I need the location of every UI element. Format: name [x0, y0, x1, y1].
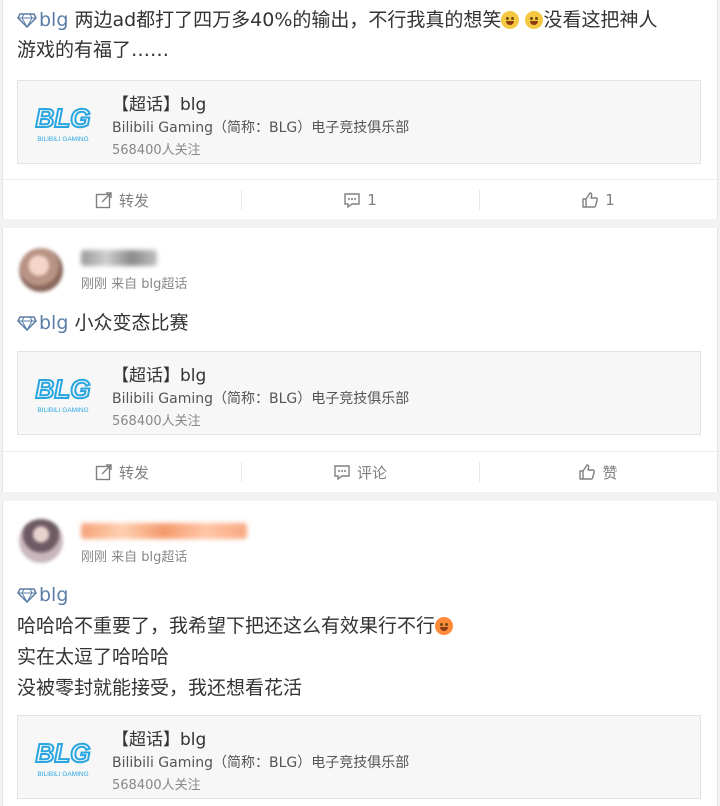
post-meta: 刚刚 来自 blg超话	[81, 277, 188, 292]
action-bar: 转发 1 1	[3, 179, 717, 220]
thumbs-up-icon	[581, 191, 599, 209]
thumbs-up-icon	[578, 463, 596, 481]
avatar[interactable]	[19, 248, 63, 292]
card-description: Bilibili Gaming（简称：BLG）电子竞技俱乐部	[112, 120, 410, 136]
repost-button[interactable]: 转发	[3, 452, 241, 492]
card-title: 【超话】blg	[112, 730, 207, 750]
topic-card[interactable]: 【超话】blg Bilibili Gaming（简称：BLG）电子竞技俱乐部 5…	[17, 80, 701, 164]
username-blurred[interactable]	[81, 250, 157, 266]
blg-logo	[28, 97, 98, 147]
comment-button[interactable]: 1	[241, 180, 479, 220]
weibo-post-1: blg 两边ad都打了四万多40%的输出，不行我真的想笑 没看这把神人 游戏的有…	[2, 0, 718, 219]
card-description: Bilibili Gaming（简称：BLG）电子竞技俱乐部	[112, 755, 410, 771]
topic-link-blg[interactable]: blg	[17, 9, 68, 31]
action-bar: 转发 评论 赞	[3, 451, 717, 492]
post-text: blg 哈哈哈不重要了，我希望下把还这么有效果行不行 实在太逗了哈哈哈 没被零封…	[17, 580, 703, 704]
card-title: 【超话】blg	[112, 95, 207, 115]
hot-face-emoji	[435, 617, 454, 635]
card-followers: 568400人关注	[112, 778, 201, 793]
repost-icon	[95, 191, 113, 209]
avatar[interactable]	[19, 519, 63, 563]
comment-icon	[333, 463, 351, 481]
card-description: Bilibili Gaming（简称：BLG）电子竞技俱乐部	[112, 391, 410, 407]
blg-logo	[28, 732, 98, 782]
post-text: blg 两边ad都打了四万多40%的输出，不行我真的想笑 没看这把神人 游戏的有…	[17, 9, 658, 61]
weibo-post-3: 刚刚 来自 blg超话 blg 哈哈哈不重要了，我希望下把还这么有效果行不行 实…	[2, 501, 718, 806]
laugh-cry-emoji	[525, 11, 544, 29]
topic-card[interactable]: 【超话】blg Bilibili Gaming（简称：BLG）电子竞技俱乐部 5…	[17, 715, 701, 799]
blg-logo	[28, 368, 98, 418]
like-button[interactable]: 赞	[479, 452, 717, 492]
card-title: 【超话】blg	[112, 366, 207, 386]
card-followers: 568400人关注	[112, 143, 201, 158]
post-meta: 刚刚 来自 blg超话	[81, 550, 188, 565]
diamond-icon	[17, 315, 37, 331]
comment-button[interactable]: 评论	[241, 452, 479, 492]
laugh-cry-emoji	[501, 11, 520, 29]
card-followers: 568400人关注	[112, 414, 201, 429]
topic-card[interactable]: 【超话】blg Bilibili Gaming（简称：BLG）电子竞技俱乐部 5…	[17, 351, 701, 435]
topic-link-blg[interactable]: blg	[17, 584, 68, 606]
like-button[interactable]: 1	[479, 180, 717, 220]
weibo-post-2: 刚刚 来自 blg超话 blg 小众变态比赛 【超话】blg Bilibili …	[2, 228, 718, 492]
diamond-icon	[17, 12, 37, 28]
repost-button[interactable]: 转发	[3, 180, 241, 220]
username-blurred[interactable]	[81, 523, 247, 539]
diamond-icon	[17, 587, 37, 603]
comment-icon	[343, 191, 361, 209]
repost-icon	[95, 463, 113, 481]
topic-link-blg[interactable]: blg	[17, 312, 68, 334]
post-text: blg 小众变态比赛	[17, 308, 703, 338]
